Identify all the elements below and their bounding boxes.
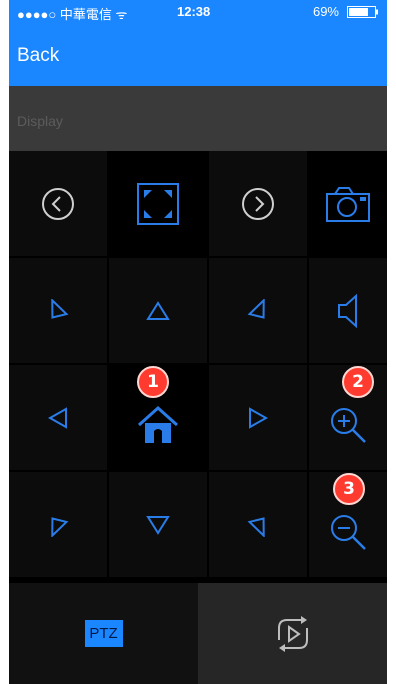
pan-down-right-icon	[51, 298, 69, 319]
pan-up-button[interactable]	[109, 258, 207, 363]
callout-badge-1: 1	[137, 366, 169, 398]
pan-up-right-icon	[51, 516, 69, 537]
next-button[interactable]	[209, 151, 307, 256]
pan-up-left-icon	[247, 516, 265, 537]
back-button[interactable]: Back	[17, 45, 59, 67]
snapshot-button[interactable]	[309, 151, 387, 256]
pan-right-button[interactable]	[209, 365, 307, 470]
control-row-4: 3	[9, 472, 387, 578]
speaker-icon	[338, 293, 357, 328]
control-row-3: 1 2	[9, 365, 387, 471]
carrier-signal: ●●●●○ 中華電信 ᯤ	[17, 7, 128, 22]
zoom-in-icon	[331, 407, 366, 443]
fullscreen-icon	[137, 182, 179, 225]
navigation-bar: Back	[9, 24, 387, 86]
loop-playback-tab[interactable]	[198, 583, 387, 684]
loop-playback-icon	[277, 615, 308, 652]
previous-button[interactable]	[9, 151, 107, 256]
pan-down-button[interactable]	[109, 472, 207, 577]
previous-icon	[42, 187, 74, 220]
status-time: 12:38	[177, 4, 211, 19]
display-label: Display	[17, 113, 63, 129]
pan-down-right-button[interactable]	[9, 258, 107, 363]
pan-right-icon	[249, 406, 269, 429]
pan-down-left-icon	[247, 298, 265, 319]
control-row-2	[9, 258, 387, 364]
ptz-tab[interactable]: PTZ	[9, 583, 198, 684]
pan-left-icon	[47, 406, 67, 429]
callout-badge-3: 3	[333, 473, 365, 505]
control-row-1	[9, 151, 387, 257]
pan-down-left-button[interactable]	[209, 258, 307, 363]
pan-left-button[interactable]	[9, 365, 107, 470]
pan-up-right-button[interactable]	[9, 472, 107, 577]
next-icon	[242, 187, 274, 220]
zoom-out-icon	[331, 514, 366, 550]
status-bar: ●●●●○ 中華電信 ᯤ 12:38 69%	[9, 0, 387, 24]
speaker-button[interactable]	[309, 258, 387, 363]
battery-icon	[347, 6, 379, 18]
pan-up-left-button[interactable]	[209, 472, 307, 577]
callout-badge-2: 2	[342, 366, 374, 398]
display-bar: Display	[9, 86, 387, 151]
ptz-label: PTZ	[84, 620, 123, 647]
battery-percent: 69%	[312, 4, 339, 19]
home-icon	[137, 405, 179, 443]
app-screen: ●●●●○ 中華電信 ᯤ 12:38 69% Back Display 1 2 …	[9, 0, 387, 684]
snapshot-icon	[326, 186, 370, 222]
fullscreen-button[interactable]	[109, 151, 207, 256]
bottom-tab-bar: PTZ	[9, 583, 387, 684]
pan-up-icon	[146, 300, 170, 320]
pan-down-icon	[146, 515, 170, 535]
